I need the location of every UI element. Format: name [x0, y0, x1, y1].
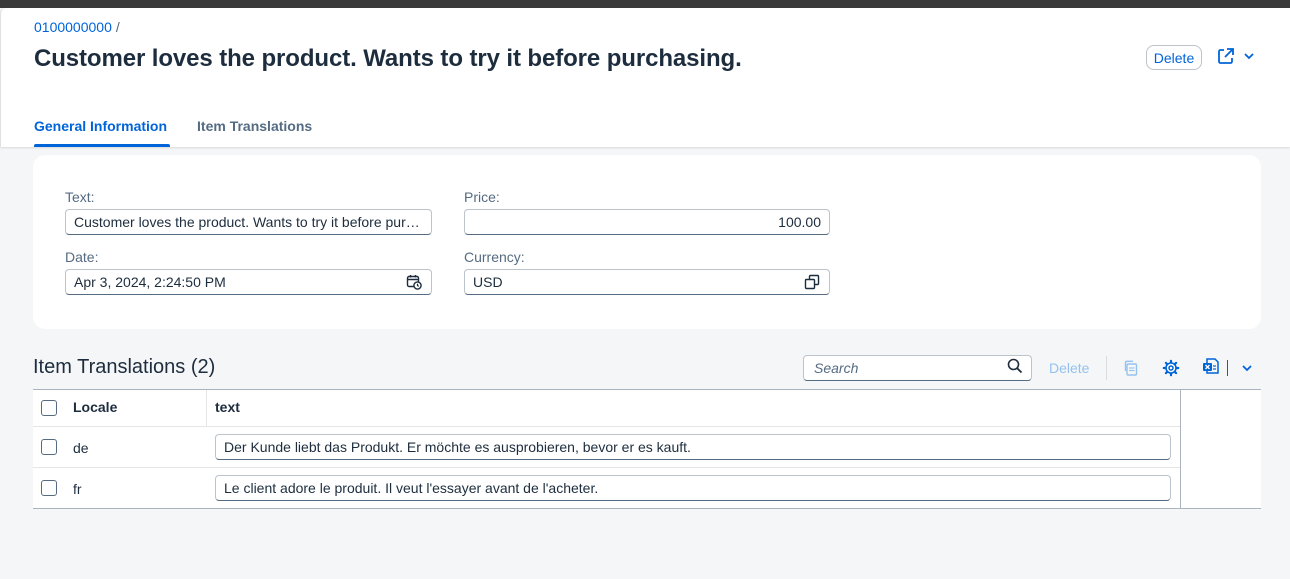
text-field[interactable]: Customer loves the product. Wants to try… [65, 209, 432, 235]
currency-label: Currency: [464, 249, 525, 265]
column-header-text[interactable]: text [215, 399, 240, 415]
export-excel-icon [1201, 357, 1221, 380]
toolbar-separator [1106, 356, 1107, 380]
tab-general-information[interactable]: General Information [34, 116, 171, 147]
calendar-clock-icon[interactable] [405, 273, 423, 291]
row-checkbox[interactable] [41, 480, 57, 496]
table-header-row: Locale text [33, 390, 1181, 427]
breadcrumb-separator: / [115, 19, 120, 35]
copy-icon[interactable] [1121, 358, 1141, 378]
value-help-icon[interactable] [803, 273, 821, 291]
translation-text-input[interactable]: Der Kunde liebt das Produkt. Er möchte e… [215, 434, 1171, 460]
table-end-divider [1180, 390, 1181, 509]
currency-field-value: USD [473, 274, 503, 290]
price-field[interactable]: 100.00 [464, 209, 830, 235]
currency-field[interactable]: USD [464, 269, 830, 295]
tab-item-translations[interactable]: Item Translations [197, 116, 312, 147]
price-label: Price: [464, 189, 500, 205]
select-all-checkbox[interactable] [41, 400, 57, 416]
column-separator [206, 390, 207, 426]
translation-text-value: Der Kunde liebt das Produkt. Er möchte e… [224, 439, 691, 455]
text-label: Text: [65, 189, 95, 205]
gear-icon[interactable] [1161, 358, 1181, 378]
search-input[interactable] [814, 360, 1007, 376]
share-menu-button[interactable] [1213, 45, 1259, 71]
translation-text-value: Le client adore le produit. Il veut l'es… [224, 480, 599, 496]
page-title: Customer loves the product. Wants to try… [34, 45, 742, 72]
text-field-value: Customer loves the product. Wants to try… [74, 214, 423, 230]
locale-cell: de [73, 440, 89, 456]
item-translations-title: Item Translations (2) [33, 356, 216, 378]
column-header-locale[interactable]: Locale [73, 399, 117, 415]
price-field-value: 100.00 [778, 214, 821, 230]
browser-top-strip [0, 0, 1290, 8]
chevron-down-icon [1243, 49, 1255, 67]
breadcrumb-link[interactable]: 0100000000 [34, 19, 112, 35]
share-icon [1217, 47, 1235, 70]
date-field-value: Apr 3, 2024, 2:24:50 PM [74, 274, 226, 290]
date-field[interactable]: Apr 3, 2024, 2:24:50 PM [65, 269, 432, 295]
translations-table: Locale text de Der Kunde liebt das Produ… [33, 389, 1261, 509]
chevron-down-icon[interactable] [1237, 358, 1257, 378]
tab-bar: General Information Item Translations [34, 116, 342, 147]
search-icon[interactable] [1007, 358, 1023, 379]
split-button-divider [1227, 360, 1228, 376]
translation-text-input[interactable]: Le client adore le produit. Il veut l'es… [215, 475, 1171, 501]
table-row[interactable]: fr Le client adore le produit. Il veut l… [33, 468, 1181, 509]
date-label: Date: [65, 249, 99, 265]
row-checkbox[interactable] [41, 439, 57, 455]
breadcrumb: 0100000000/ [34, 19, 120, 35]
table-delete-button[interactable]: Delete [1049, 360, 1089, 376]
locale-cell: fr [73, 481, 82, 497]
table-row[interactable]: de Der Kunde liebt das Produkt. Er möcht… [33, 427, 1181, 468]
general-information-card: Text: Customer loves the product. Wants … [33, 155, 1261, 329]
export-menu-button[interactable] [1201, 357, 1237, 380]
search-field[interactable] [803, 355, 1032, 381]
delete-button[interactable]: Delete [1146, 45, 1202, 70]
object-page-header: 0100000000/ Customer loves the product. … [0, 8, 1290, 147]
